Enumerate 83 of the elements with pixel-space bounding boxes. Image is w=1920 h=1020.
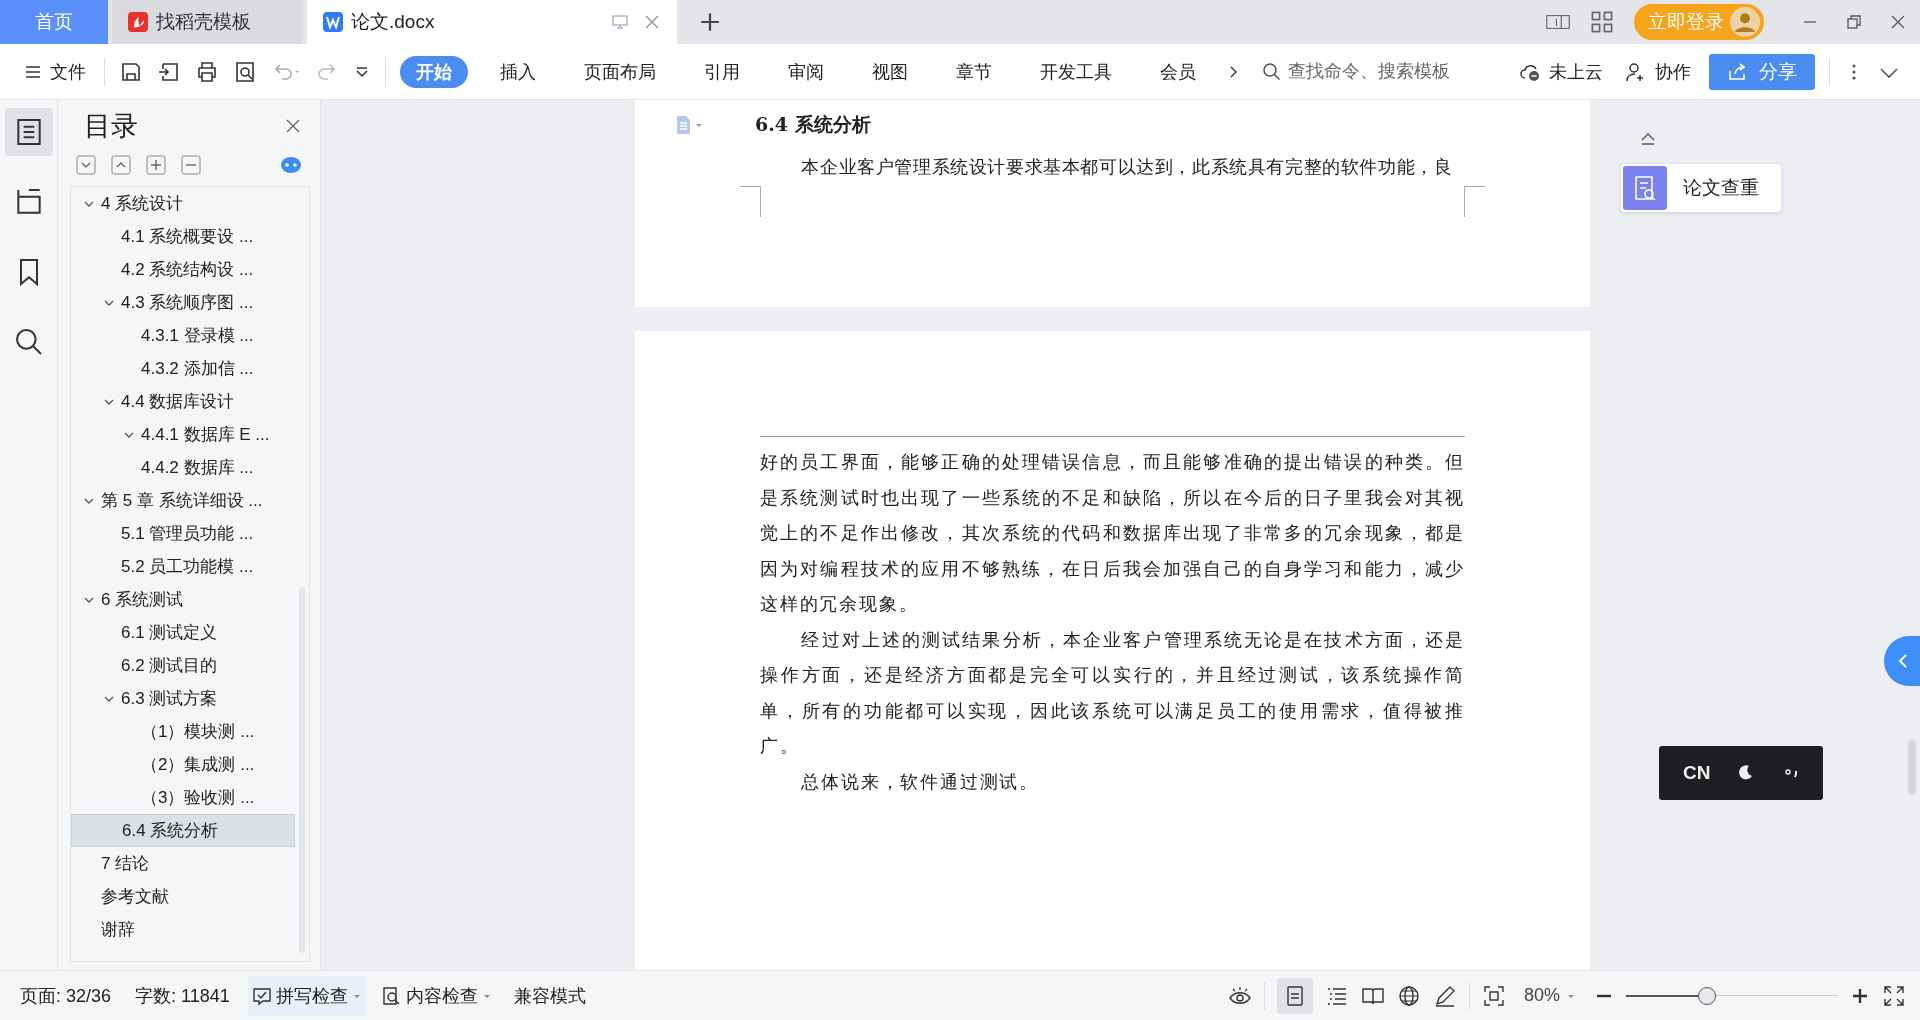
outline-item[interactable]: 4.3.1 登录模 ... [71,319,295,352]
expand-panel-tab[interactable] [1884,636,1920,686]
fit-page-icon[interactable] [1481,983,1506,1008]
outline-item[interactable]: 谢辞 [71,913,295,946]
ribbon-tab[interactable]: 审阅 [772,55,840,88]
file-menu-button[interactable]: 文件 [20,55,90,88]
outline-item[interactable]: 4.4 数据库设计 [71,385,295,418]
outline-item[interactable]: 6.2 测试目的 [71,649,295,682]
outline-item[interactable]: 4.4.1 数据库 E ... [71,418,295,451]
outline-item[interactable]: 6 系统测试 [71,583,295,616]
w-logo-icon [323,12,343,32]
crop-mark [740,185,761,217]
paragraph: 总体说来，软件通过测试。 [800,770,1040,794]
tab-label: 首页 [35,10,73,34]
leaf-logo-icon [128,12,148,32]
ribbon-tab[interactable]: 插入 [484,55,552,88]
restore-icon[interactable] [1846,14,1862,30]
panel-title: 目录 [84,110,138,143]
close-icon[interactable] [284,117,302,135]
grid-icon[interactable] [1590,10,1614,34]
outline-item[interactable]: 4 系统设计 [71,187,295,220]
cloud-button[interactable]: 未上云 [1515,55,1607,88]
outline-item[interactable]: 4.4.2 数据库 ... [71,451,295,484]
print-preview-icon[interactable] [233,59,257,84]
paragraph: 本企业客户管理系统设计要求基本都可以达到，此系统具有完整的软件功能，良 [800,156,1454,179]
outline-item[interactable]: （2）集成测 ... [71,748,295,781]
paragraph: 经过对上述的测试结果分析，本企业客户管理系统无论是在技术方面，还是操作方面，还是经济方面都是完全可以实行的，并且经过测试，该系统操作简单，所有的功能都可以实现，因此该系统可以满足员工的使用需求，值得被推广。 [760,628,1465,758]
outline-item[interactable]: 参考文献 [71,880,295,913]
outline-item[interactable]: （1）模块测 ... [71,715,295,748]
outline-item[interactable]: 第 5 章 系统详细设 ... [71,484,295,517]
outline-item[interactable]: 4.3.2 添加信 ... [71,352,295,385]
avatar-icon [1730,7,1760,37]
search-field[interactable]: 查找命令、搜索模板 [1262,60,1480,83]
close-icon[interactable] [1890,14,1906,30]
outline-item[interactable]: 6.3 测试方案 [71,682,295,715]
outline-item[interactable]: 4.1 系统概要设 ... [71,220,295,253]
globe-icon[interactable] [1396,983,1421,1008]
page-view-icon[interactable] [1276,977,1313,1014]
outline-icon[interactable] [4,108,53,156]
report-icon [1623,166,1667,210]
outline-item[interactable]: （3）验收测 ... [71,781,295,814]
ribbon-tab[interactable]: 页面布局 [568,55,672,88]
page-count: 页面: 32/36 [19,984,113,1008]
check-icon [251,985,272,1006]
robot-icon[interactable] [280,154,302,176]
compat-mode: 兼容模式 [512,984,587,1008]
word-count: 字数: 11841 [134,984,231,1008]
magnifier-icon [381,985,402,1006]
minus-icon[interactable] [181,155,201,175]
content-check-button[interactable]: 内容检查 [377,975,496,1016]
new-tab-icon[interactable] [699,11,721,33]
print-icon[interactable] [195,59,219,84]
ribbon-tab[interactable]: 视图 [856,55,924,88]
section-heading: 6.4 系统分析 [755,112,871,137]
fullscreen-icon[interactable] [1882,983,1906,1008]
ime-language: CN [1683,762,1711,784]
document-tab[interactable]: 找稻壳模板 [112,0,302,44]
close-icon[interactable] [643,13,661,31]
search-icon [1262,61,1282,82]
tab-label: 找稻壳模板 [156,10,251,34]
input-method-widget[interactable]: CN [1659,746,1823,800]
ribbon-tab[interactable]: 会员 [1144,55,1212,88]
ribbon-tab[interactable]: 开发工具 [1024,55,1128,88]
plus-icon[interactable] [146,155,166,175]
tab-label: 论文.docx [351,10,435,34]
document-tab[interactable]: 论文.docx [307,0,677,44]
paragraph: 好的员工界面，能够正确的处理错误信息，而且能够准确的提出错误的种类。但是系统测试时也出现了一些系统的不足和缺陷，所以在今后的日子里我会对其视觉上的不足作出修改，其次系统的代码和数据库出现了非常多的冗余现象，都是因为对编程技术的应用不够熟练，在日后我会加强自己的自身学习和能力，减少这样的冗余现象。 [760,451,1465,616]
outline-item[interactable]: 5.1 管理员功能 ... [71,517,295,550]
ribbon-tab[interactable]: 章节 [940,55,1008,88]
outline-item[interactable]: 6.1 测试定义 [71,616,295,649]
collaborate-button[interactable]: 协作 [1621,55,1695,88]
zoom-dropdown[interactable]: 80% [1517,984,1582,1007]
outline-item[interactable]: 6.4 系统分析 [71,814,295,847]
outline-item[interactable]: 5.2 员工功能模 ... [71,550,295,583]
plagiarism-check-button[interactable]: 论文查重 [1621,164,1781,212]
crop-mark [1464,185,1485,217]
outline-item[interactable]: 4.2 系统结构设 ... [71,253,295,286]
share-icon [1727,61,1747,82]
chevron-right-icon[interactable] [1228,64,1238,79]
outline-item[interactable]: 4.3 系统顺序图 ... [71,286,295,319]
ribbon-tab[interactable]: 引用 [688,55,756,88]
outline-item[interactable]: 7 结论 [71,847,295,880]
spell-check-button[interactable]: 拼写检查 [247,975,366,1016]
